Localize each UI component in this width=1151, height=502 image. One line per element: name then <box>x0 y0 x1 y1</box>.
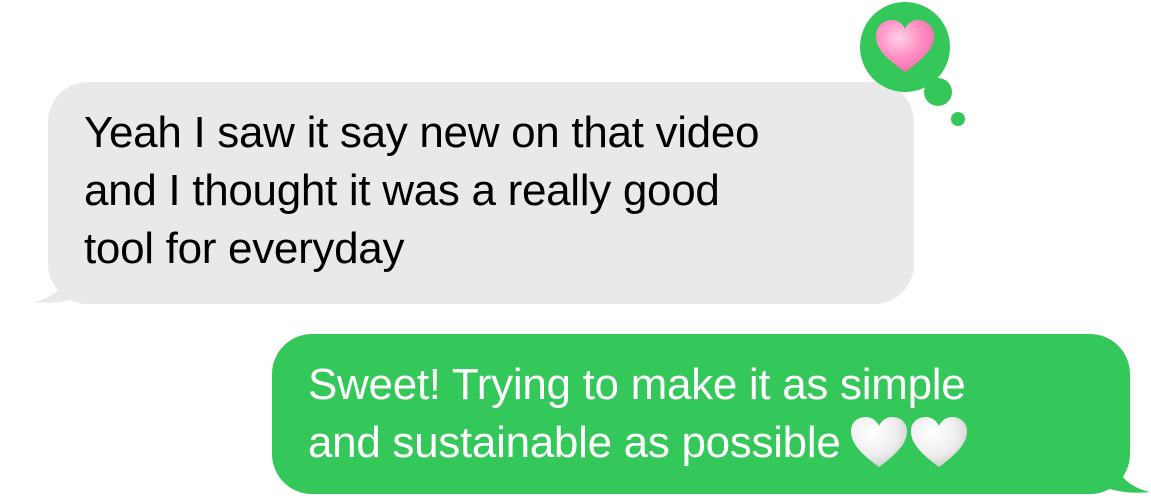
incoming-message-bubble[interactable]: Yeah I saw it say new on that video and … <box>48 82 914 304</box>
heart-reaction-tapback[interactable] <box>852 0 982 130</box>
message-text: and sustainable as possible <box>308 418 841 467</box>
tapback-tail-dot-small <box>951 112 965 126</box>
outgoing-message-bubble[interactable]: Sweet! Trying to make it as simple and s… <box>272 334 1130 494</box>
emoji-group <box>849 410 969 468</box>
tapback-tail-dot-large <box>924 78 952 106</box>
message-text-line: tool for everyday <box>84 224 405 273</box>
message-thread: Yeah I saw it say new on that video and … <box>0 0 1151 502</box>
message-text-line: Sweet! Trying to make it as simple <box>308 360 966 409</box>
message-text-line: Yeah I saw it say new on that video <box>84 108 760 157</box>
message-text-line-with-emoji: and sustainable as possible <box>308 414 1100 475</box>
message-text-line: and I thought it was a really good <box>84 166 720 215</box>
white-heart-icon <box>850 416 907 467</box>
white-heart-icon <box>910 416 967 467</box>
